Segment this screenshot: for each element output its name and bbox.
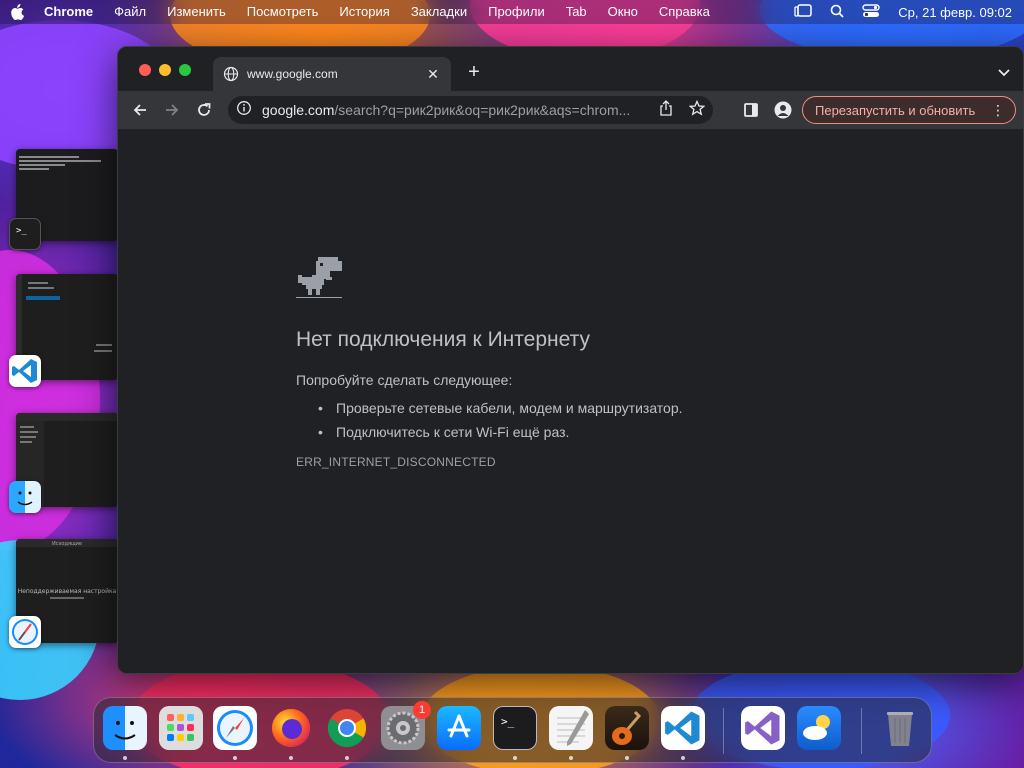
error-title: Нет подключения к Интернету <box>296 328 590 351</box>
menu-bar: Chrome Файл Изменить Посмотреть История … <box>0 0 1024 24</box>
dock-chrome-icon[interactable] <box>325 706 369 750</box>
notification-badge: 1 <box>413 701 431 719</box>
terminal-stage-icon[interactable]: >_ <box>9 218 41 250</box>
menu-tab[interactable]: Tab <box>566 0 587 24</box>
url-host: google.com <box>262 102 335 118</box>
svg-text:>_: >_ <box>501 715 515 728</box>
chrome-window: www.google.com ✕ + google.com/search?q=р… <box>117 46 1024 674</box>
address-bar[interactable]: google.com/search?q=рик2рик&oq=рик2рик&a… <box>228 96 713 124</box>
dino-icon[interactable] <box>296 255 342 301</box>
vscode-stage-icon[interactable] <box>9 355 41 387</box>
dock-app-store-icon[interactable] <box>437 706 481 750</box>
dock-finder-icon[interactable] <box>103 706 147 750</box>
dock-vscode-icon[interactable] <box>661 706 705 750</box>
window-zoom-button[interactable] <box>179 64 191 76</box>
safari-stage-icon[interactable] <box>9 616 41 648</box>
dock: 1 >_ <box>93 697 932 763</box>
dock-trash-icon[interactable] <box>878 706 922 750</box>
error-page: Нет подключения к Интернету Попробуйте с… <box>118 129 1023 673</box>
back-button[interactable] <box>127 97 153 123</box>
running-indicator <box>625 756 629 760</box>
dock-launchpad-icon[interactable] <box>159 706 203 750</box>
stage-manager-icon[interactable] <box>794 3 813 21</box>
new-tab-button[interactable]: + <box>464 62 484 83</box>
tab-close-icon[interactable]: ✕ <box>425 66 441 82</box>
dock-safari-icon[interactable] <box>213 706 257 750</box>
dock-textedit-icon[interactable] <box>549 706 593 750</box>
spotlight-search-icon[interactable] <box>830 4 844 21</box>
menu-help[interactable]: Справка <box>659 0 710 24</box>
list-item: Проверьте сетевые кабели, модем и маршру… <box>318 396 682 420</box>
info-icon[interactable] <box>236 100 252 121</box>
svg-text:>_: >_ <box>16 226 27 236</box>
address-url[interactable]: google.com/search?q=рик2рик&oq=рик2рик&a… <box>262 102 649 118</box>
relaunch-label: Перезапустить и обновить <box>815 102 976 118</box>
running-indicator <box>345 756 349 760</box>
running-indicator <box>233 756 237 760</box>
relaunch-update-button[interactable]: Перезапустить и обновить ⋮ <box>802 96 1016 124</box>
error-code: ERR_INTERNET_DISCONNECTED <box>296 455 496 469</box>
side-panel-icon[interactable] <box>738 97 764 123</box>
menu-window[interactable]: Окно <box>608 0 638 24</box>
error-suggestion-intro: Попробуйте сделать следующее: <box>296 372 513 388</box>
reload-button[interactable] <box>191 97 217 123</box>
menubar-clock[interactable]: Ср, 21 февр. 09:02 <box>898 5 1012 20</box>
running-indicator <box>289 756 293 760</box>
running-indicator <box>123 756 127 760</box>
profile-avatar-icon[interactable] <box>770 97 796 123</box>
globe-icon <box>223 66 239 82</box>
share-icon[interactable] <box>659 99 673 121</box>
running-indicator <box>513 756 517 760</box>
window-minimize-button[interactable] <box>159 64 171 76</box>
dock-garageband-icon[interactable] <box>605 706 649 750</box>
running-indicator <box>569 756 573 760</box>
dock-separator <box>723 708 724 754</box>
menu-view[interactable]: Посмотреть <box>247 0 319 24</box>
menu-app-chrome[interactable]: Chrome <box>44 0 93 24</box>
apple-menu-icon[interactable] <box>10 4 26 20</box>
window-close-button[interactable] <box>139 64 151 76</box>
control-center-icon[interactable] <box>862 3 880 21</box>
running-indicator <box>681 756 685 760</box>
tab-strip: www.google.com ✕ + <box>118 47 1023 91</box>
list-item: Подключитесь к сети Wi-Fi ещё раз. <box>318 420 683 444</box>
tab-google[interactable]: www.google.com ✕ <box>213 57 451 91</box>
dock-terminal-icon[interactable]: >_ <box>493 706 537 750</box>
menu-edit[interactable]: Изменить <box>167 0 226 24</box>
finder-stage-icon[interactable] <box>9 481 41 513</box>
url-path: /search?q=рик2рик&oq=рик2рик&aqs=chrom..… <box>334 102 631 118</box>
menu-file[interactable]: Файл <box>114 0 146 24</box>
tab-title: www.google.com <box>247 67 338 81</box>
tab-search-chevron-icon[interactable] <box>997 65 1011 77</box>
dock-separator <box>861 708 862 754</box>
more-menu-icon[interactable]: ⋮ <box>991 102 1005 119</box>
dock-visual-studio-icon[interactable] <box>741 706 785 750</box>
stage-thumb-safari-title: Исходящие <box>52 541 82 547</box>
forward-button[interactable] <box>159 97 185 123</box>
stage-thumb-safari-text: Неподдерживаемая настройка <box>18 588 117 595</box>
error-suggestion-list: Проверьте сетевые кабели, модем и маршру… <box>318 396 683 444</box>
menu-history[interactable]: История <box>339 0 389 24</box>
menu-bookmarks[interactable]: Закладки <box>411 0 467 24</box>
browser-toolbar: google.com/search?q=рик2рик&oq=рик2рик&a… <box>118 91 1023 129</box>
dock-weather-icon[interactable] <box>797 706 841 750</box>
menu-profiles[interactable]: Профили <box>488 0 545 24</box>
bookmark-star-icon[interactable] <box>688 99 706 121</box>
dock-firefox-icon[interactable] <box>269 706 313 750</box>
